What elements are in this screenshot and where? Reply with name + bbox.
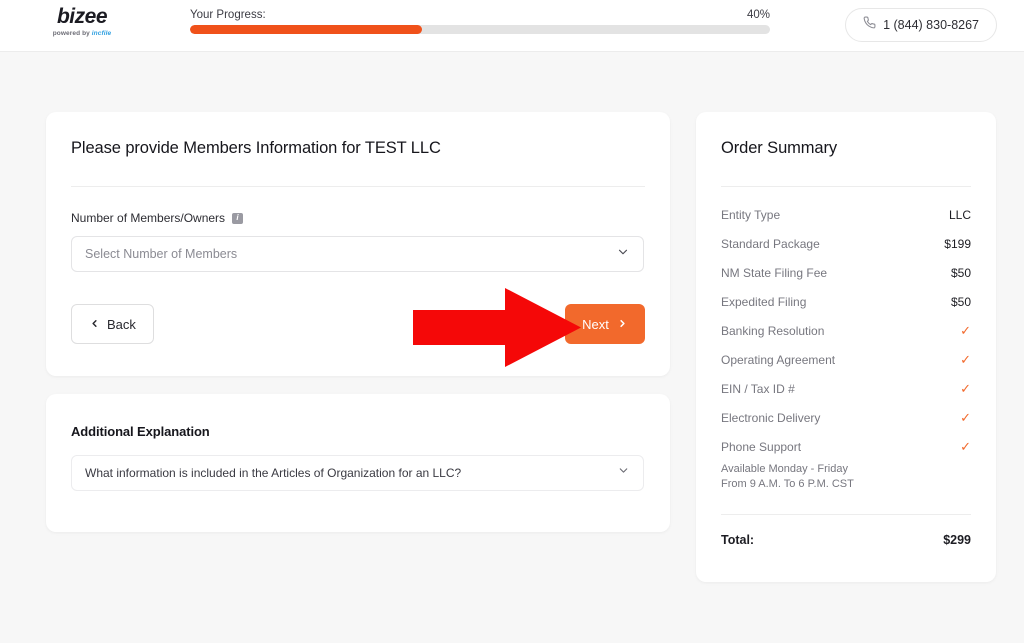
progress-bar-fill	[190, 25, 422, 34]
summary-row-label: Phone Support	[721, 439, 802, 454]
bizee-logo: bizee powered by incfile	[47, 6, 117, 38]
members-information-card: Please provide Members Information for T…	[46, 112, 670, 376]
form-actions: Back Next	[71, 304, 645, 344]
number-of-members-placeholder: Select Number of Members	[85, 247, 238, 261]
order-total-value: $299	[943, 533, 971, 547]
summary-row-value: $199	[944, 236, 971, 251]
summary-row: Electronic Delivery ✓	[721, 403, 971, 432]
order-summary-card: Order Summary Entity Type LLC Standard Pac…	[696, 112, 996, 582]
summary-row: Entity Type LLC	[721, 200, 971, 229]
back-button[interactable]: Back	[71, 304, 154, 344]
logo-tagline-prefix: powered by	[52, 30, 92, 37]
next-button[interactable]: Next	[565, 304, 645, 344]
summary-row-label: NM State Filing Fee	[721, 265, 828, 280]
phone-contact-button[interactable]: 1 (844) 830-8267	[845, 8, 997, 42]
order-total-label: Total:	[721, 533, 755, 547]
summary-row-value: $50	[950, 265, 971, 280]
summary-row: EIN / Tax ID # ✓	[721, 374, 971, 403]
members-field-label: Number of Members/Owners	[71, 211, 226, 225]
number-of-members-select[interactable]: Select Number of Members	[71, 236, 644, 272]
explanation-accordion-item[interactable]: What information is included in the Arti…	[71, 455, 644, 491]
summary-row-label: EIN / Tax ID #	[721, 381, 795, 396]
summary-row: Phone Support ✓	[721, 432, 971, 461]
explanation-question-label: What information is included in the Arti…	[85, 466, 462, 480]
progress-bar-track	[190, 25, 770, 34]
availability-line-1: Available Monday - Friday	[721, 463, 848, 475]
summary-row-label: Operating Agreement	[721, 352, 836, 367]
order-total-row: Total: $299	[721, 533, 971, 547]
logo-wordmark: bizee	[56, 5, 108, 28]
phone-support-availability: Available Monday - Friday From 9 A.M. To…	[721, 462, 971, 492]
back-button-label: Back	[107, 316, 136, 332]
check-icon: ✓	[960, 352, 971, 367]
chevron-down-icon	[616, 245, 630, 264]
app-header: bizee powered by incfile Your Progress: …	[0, 0, 1024, 52]
order-summary-title: Order Summary	[721, 139, 838, 157]
check-icon: ✓	[960, 323, 971, 338]
chevron-down-icon	[617, 464, 630, 482]
summary-row-label: Expedited Filing	[721, 294, 807, 309]
summary-row-label: Banking Resolution	[721, 323, 825, 338]
summary-row-value: $50	[950, 294, 971, 309]
additional-explanation-card: Additional Explanation What information …	[46, 394, 670, 532]
logo-tagline-brand: incfile	[91, 30, 112, 37]
summary-title-divider	[721, 186, 971, 187]
summary-row: Operating Agreement ✓	[721, 345, 971, 374]
check-icon: ✓	[960, 439, 971, 454]
availability-line-2: From 9 A.M. To 6 P.M. CST	[721, 478, 854, 490]
phone-icon	[863, 16, 876, 34]
check-icon: ✓	[960, 381, 971, 396]
chevron-right-icon	[617, 317, 628, 332]
phone-number-label: 1 (844) 830-8267	[883, 18, 979, 32]
order-summary-rows: Entity Type LLC Standard Package $199 NM Sta…	[721, 200, 971, 461]
page-title: Please provide Members Information for T…	[71, 139, 441, 157]
chevron-left-icon	[89, 317, 100, 332]
summary-row-value: LLC	[948, 207, 971, 222]
title-divider	[71, 186, 645, 187]
next-button-label: Next	[582, 316, 609, 332]
summary-row-label: Electronic Delivery	[721, 410, 821, 425]
members-field-label-row: Number of Members/Owners i	[71, 211, 645, 225]
info-icon[interactable]: i	[232, 212, 244, 224]
progress-section: Your Progress: 40%	[190, 9, 770, 34]
summary-row: Standard Package $199	[721, 229, 971, 258]
check-icon: ✓	[960, 410, 971, 425]
summary-row-label: Standard Package	[721, 236, 820, 251]
summary-row: Banking Resolution ✓	[721, 316, 971, 345]
summary-row-label: Entity Type	[721, 207, 781, 222]
progress-percent: 40%	[746, 9, 770, 21]
summary-row: NM State Filing Fee $50	[721, 258, 971, 287]
total-divider	[721, 514, 971, 515]
progress-label: Your Progress:	[190, 9, 266, 21]
summary-row: Expedited Filing $50	[721, 287, 971, 316]
logo-tagline: powered by incfile	[47, 29, 117, 38]
additional-explanation-title: Additional Explanation	[71, 424, 210, 439]
